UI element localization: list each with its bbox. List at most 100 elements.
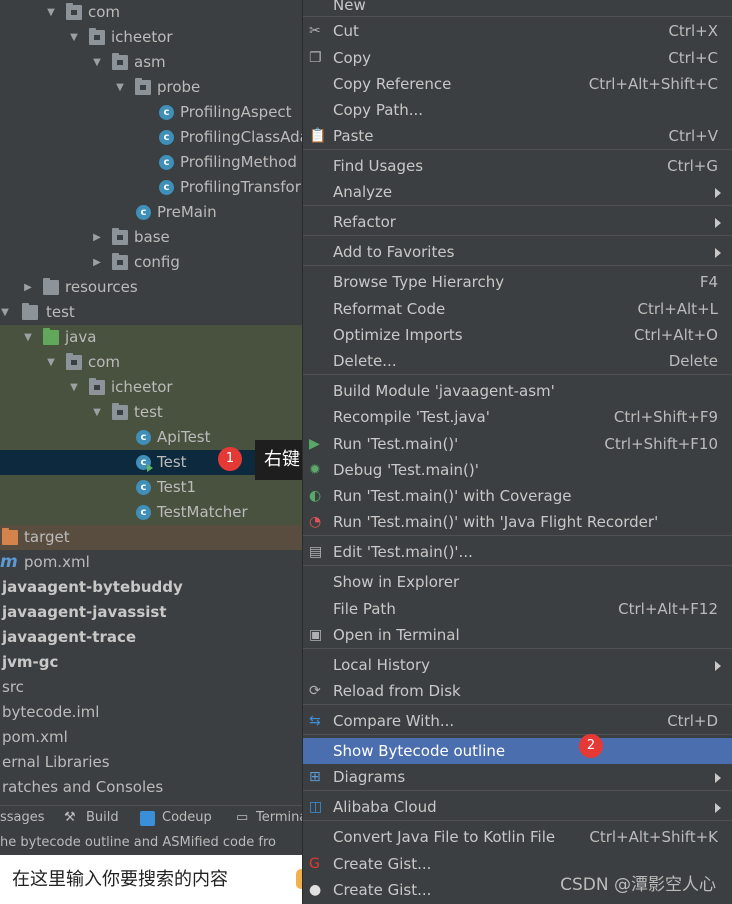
- expand-arrow-icon[interactable]: ▼: [90, 400, 104, 425]
- menu-item-browse-type-hierarchy[interactable]: Browse Type Hierarchy F4: [303, 269, 732, 295]
- menu-item-label: Paste: [333, 127, 374, 145]
- tree-row[interactable]: c ProfilingMethod: [0, 150, 302, 175]
- menu-item-debug-test-main[interactable]: ✹ Debug 'Test.main()': [303, 457, 732, 483]
- tree-row[interactable]: ratches and Consoles: [0, 775, 302, 800]
- menu-item-file-path[interactable]: File Path Ctrl+Alt+F12: [303, 596, 732, 622]
- menu-item-new[interactable]: New: [303, 0, 732, 18]
- menu-item-label: Cut: [333, 22, 359, 40]
- tree-row[interactable]: pom.xml: [0, 725, 302, 750]
- expand-arrow-icon[interactable]: ▼: [21, 325, 35, 350]
- menu-item-open-in-terminal[interactable]: ▣ Open in Terminal: [303, 622, 732, 648]
- java-class-icon: c: [159, 155, 174, 170]
- menu-item-diagrams[interactable]: ⊞ Diagrams: [303, 764, 732, 790]
- taskbar-search[interactable]: 在这里输入你要搜索的内容: [0, 855, 302, 904]
- collapse-arrow-icon[interactable]: ▶: [90, 225, 104, 250]
- menu-item-recompile-test-java[interactable]: Recompile 'Test.java' Ctrl+Shift+F9: [303, 404, 732, 430]
- menu-item-reload-from-disk[interactable]: ⟳ Reload from Disk: [303, 678, 732, 704]
- expand-arrow-icon[interactable]: ▼: [90, 50, 104, 75]
- menu-item-copy[interactable]: ❐ Copy Ctrl+C: [303, 45, 732, 71]
- tree-row[interactable]: c ProfilingTransfor: [0, 175, 302, 200]
- java-class-icon: c: [159, 180, 174, 195]
- tree-row[interactable]: ▼ com: [0, 350, 302, 375]
- tree-row[interactable]: javaagent-trace: [0, 625, 302, 650]
- hammer-icon: ⚒: [64, 810, 76, 825]
- tree-row[interactable]: ▼ asm: [0, 50, 302, 75]
- messages-tab[interactable]: ssages: [0, 810, 45, 825]
- submenu-arrow-icon: [715, 188, 721, 198]
- menu-item-run-test-main[interactable]: ▶ Run 'Test.main()' Ctrl+Shift+F10: [303, 431, 732, 457]
- expand-arrow-icon[interactable]: ▼: [44, 0, 58, 25]
- menu-item-optimize-imports[interactable]: Optimize Imports Ctrl+Alt+O: [303, 322, 732, 348]
- menu-item-edit-test-main[interactable]: ▤ Edit 'Test.main()'...: [303, 539, 732, 565]
- menu-item-delete[interactable]: Delete... Delete: [303, 348, 732, 374]
- menu-item-alibaba-cloud[interactable]: ◫ Alibaba Cloud: [303, 794, 732, 820]
- menu-item-shortcut: Ctrl+Alt+Shift+K: [589, 828, 718, 846]
- menu-item-run-test-main-with-java-flight-recorder[interactable]: ◔ Run 'Test.main()' with 'Java Flight Rec…: [303, 509, 732, 535]
- menu-item-cut[interactable]: ✂ Cut Ctrl+X: [303, 18, 732, 44]
- tree-row[interactable]: ▼ icheetor: [0, 375, 302, 400]
- tree-row[interactable]: c PreMain: [0, 200, 302, 225]
- menu-item-label: Reformat Code: [333, 300, 446, 318]
- tree-row[interactable]: ▶ config: [0, 250, 302, 275]
- menu-item-reformat-code[interactable]: Reformat Code Ctrl+Alt+L: [303, 296, 732, 322]
- tree-row[interactable]: ▼ icheetor: [0, 25, 302, 50]
- tree-row[interactable]: ▼ com: [0, 0, 302, 25]
- menu-item-show-bytecode-outline[interactable]: Show Bytecode outline: [303, 738, 732, 764]
- tree-row-label: PreMain: [157, 203, 217, 221]
- terminal-tab[interactable]: Termina: [256, 810, 302, 825]
- menu-item-show-in-explorer[interactable]: Show in Explorer: [303, 569, 732, 595]
- menu-item-add-to-favorites[interactable]: Add to Favorites: [303, 239, 732, 265]
- menu-item-refactor[interactable]: Refactor: [303, 209, 732, 235]
- tree-row[interactable]: jvm-gc: [0, 650, 302, 675]
- diagram-icon: ⊞: [309, 769, 321, 785]
- menu-separator: [303, 565, 732, 566]
- collapse-arrow-icon[interactable]: ▶: [21, 275, 35, 300]
- menu-separator: [303, 149, 732, 150]
- tree-row[interactable]: m pom.xml: [0, 550, 302, 575]
- menu-item-copy-reference[interactable]: Copy Reference Ctrl+Alt+Shift+C: [303, 71, 732, 97]
- menu-item-label: Diagrams: [333, 768, 406, 786]
- tree-row[interactable]: ▼ java: [0, 325, 302, 350]
- tree-row-label: pom.xml: [2, 728, 68, 746]
- collapse-arrow-icon[interactable]: ▶: [90, 250, 104, 275]
- expand-arrow-icon[interactable]: ▼: [113, 75, 127, 100]
- submenu-arrow-icon: [715, 803, 721, 813]
- menu-item-find-usages[interactable]: Find Usages Ctrl+G: [303, 153, 732, 179]
- java-class-icon: c: [159, 130, 174, 145]
- menu-item-shortcut: Ctrl+Alt+L: [637, 300, 719, 318]
- tree-row[interactable]: c ProfilingClassAda: [0, 125, 302, 150]
- menu-item-build-module-javaagent-asm[interactable]: Build Module 'javaagent-asm': [303, 378, 732, 404]
- clipboard-icon: 📋: [309, 128, 327, 144]
- tree-row[interactable]: target: [0, 525, 302, 550]
- menu-item-run-test-main-with-coverage[interactable]: ◐ Run 'Test.main()' with Coverage: [303, 483, 732, 509]
- tree-row[interactable]: ▶ resources: [0, 275, 302, 300]
- tree-row[interactable]: src: [0, 675, 302, 700]
- tree-row-label: ProfilingTransfor: [180, 178, 301, 196]
- tree-row[interactable]: c ProfilingAspect: [0, 100, 302, 125]
- menu-item-analyze[interactable]: Analyze: [303, 179, 732, 205]
- tree-row[interactable]: ▼ test: [0, 400, 302, 425]
- menu-item-compare-with[interactable]: ⇆ Compare With... Ctrl+D: [303, 708, 732, 734]
- tree-row[interactable]: ▼ test: [0, 300, 302, 325]
- menu-item-convert-java-file-to-kotlin-file[interactable]: Convert Java File to Kotlin File Ctrl+Alt…: [303, 824, 732, 850]
- tree-row[interactable]: javaagent-bytebuddy: [0, 575, 302, 600]
- tree-row[interactable]: bytecode.iml: [0, 700, 302, 725]
- menu-item-local-history[interactable]: Local History: [303, 652, 732, 678]
- menu-item-shortcut: Ctrl+Alt+O: [634, 326, 718, 344]
- menu-item-copy-path[interactable]: Copy Path...: [303, 97, 732, 123]
- tree-row[interactable]: ▼ probe: [0, 75, 302, 100]
- build-tab[interactable]: Build: [86, 810, 119, 825]
- expand-arrow-icon[interactable]: ▼: [67, 25, 81, 50]
- expand-arrow-icon[interactable]: ▼: [44, 350, 58, 375]
- tree-row[interactable]: ernal Libraries: [0, 750, 302, 775]
- expand-arrow-icon[interactable]: ▼: [0, 300, 12, 325]
- menu-item-label: Copy: [333, 49, 372, 67]
- expand-arrow-icon[interactable]: ▼: [67, 375, 81, 400]
- menu-separator: [303, 648, 732, 649]
- tree-row[interactable]: ▶ base: [0, 225, 302, 250]
- codeup-tab[interactable]: Codeup: [162, 810, 212, 825]
- menu-item-label: Convert Java File to Kotlin File: [333, 828, 556, 846]
- tree-row[interactable]: c TestMatcher: [0, 500, 302, 525]
- menu-item-paste[interactable]: 📋 Paste Ctrl+V: [303, 123, 732, 149]
- tree-row[interactable]: javaagent-javassist: [0, 600, 302, 625]
